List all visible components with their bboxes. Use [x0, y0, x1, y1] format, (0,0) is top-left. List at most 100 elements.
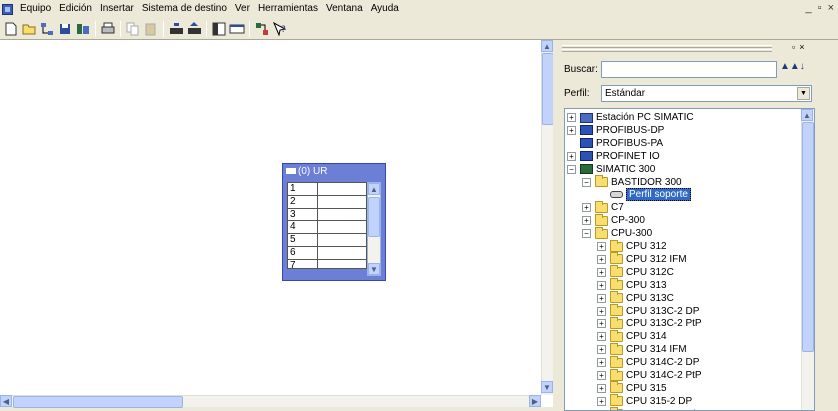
workspace-horizontal-scrollbar[interactable]: ◀ ▶ [0, 395, 541, 408]
catalog-grip[interactable] [562, 49, 772, 52]
expand-icon[interactable]: + [597, 358, 606, 368]
menu-sistema-de-destino[interactable]: Sistema de destino [138, 0, 231, 18]
collapse-icon[interactable]: − [567, 164, 576, 174]
download-icon[interactable] [168, 21, 184, 37]
search-input[interactable] [601, 61, 777, 78]
rack-slot-row[interactable]: 3 [288, 208, 366, 222]
hardware-workspace[interactable] [0, 40, 553, 407]
restore-button[interactable]: ▫ [818, 0, 822, 16]
rack-scroll-thumb[interactable] [368, 197, 380, 237]
open-icon[interactable] [21, 21, 37, 37]
module-icon[interactable] [229, 21, 245, 37]
tree-item[interactable]: + CPU 314C-2 PtP [597, 368, 702, 382]
tree-item[interactable]: + CPU 312 [597, 239, 667, 253]
menu-equipo[interactable]: Equipo [16, 0, 55, 18]
network-icon[interactable] [39, 21, 55, 37]
scroll-down-icon[interactable]: ▼ [541, 381, 553, 393]
tree-item[interactable]: − CPU-300 [582, 226, 652, 240]
profile-select[interactable]: Estándar ▼ [601, 85, 812, 102]
expand-icon[interactable]: + [597, 280, 606, 290]
tree-item[interactable]: + CPU 312C [597, 265, 674, 279]
tree-item[interactable]: + PROFIBUS-DP [567, 124, 664, 137]
scroll-right-icon[interactable]: ▶ [529, 395, 541, 407]
rack-slot-row[interactable]: 7 [288, 259, 366, 268]
collapse-icon[interactable]: − [582, 229, 591, 239]
catalog-tree[interactable]: + Estación PC SIMATIC + PROFIBUS-DP PROFIBUS… [564, 108, 815, 411]
tree-item[interactable]: + CPU 313 [597, 278, 667, 292]
expand-icon[interactable]: + [567, 151, 576, 161]
scroll-up-icon[interactable]: ▲ [368, 183, 380, 195]
rack-title-bar[interactable]: (0) UR [283, 164, 385, 178]
tree-item[interactable]: + C7 [582, 200, 624, 214]
slot-module-cell[interactable] [318, 260, 366, 268]
scroll-up-icon[interactable]: ▲ [801, 109, 813, 121]
minimize-button[interactable]: _ [806, 0, 812, 16]
rack-window[interactable]: (0) UR 1 2 3 4 5 6 7 ▲ ▼ [282, 163, 386, 281]
tree-item[interactable]: Perfil soporte [597, 188, 691, 202]
print-icon[interactable] [100, 21, 116, 37]
menu-ayuda[interactable]: Ayuda [367, 0, 403, 18]
tree-item[interactable]: + CPU 314 [597, 329, 667, 343]
tree-item[interactable]: + CPU 313C-2 DP [597, 304, 699, 318]
tree-item[interactable]: + CPU 314C-2 DP [597, 355, 699, 369]
new-icon[interactable] [3, 21, 19, 37]
netpro-icon[interactable] [254, 21, 270, 37]
tree-item[interactable]: + CPU 314 IFM [597, 342, 687, 356]
help-icon[interactable]: ? [272, 21, 288, 37]
expand-icon[interactable]: + [597, 332, 606, 342]
slot-module-cell[interactable] [318, 247, 366, 259]
menu-ventana[interactable]: Ventana [322, 0, 367, 18]
slot-module-cell[interactable] [318, 221, 366, 233]
menu-insertar[interactable]: Insertar [96, 0, 138, 18]
tree-scroll-thumb[interactable] [802, 122, 814, 352]
menu-edicion[interactable]: Edición [55, 0, 96, 18]
rack-slot-row[interactable]: 6 [288, 246, 366, 260]
tree-item[interactable]: − BASTIDOR 300 [582, 175, 682, 189]
expand-icon[interactable]: + [582, 203, 591, 213]
app-icon[interactable] [2, 3, 13, 15]
search-next-icon[interactable]: ▲▲↓ [780, 61, 805, 72]
tree-vertical-scrollbar[interactable]: ▲ [801, 109, 814, 410]
expand-icon[interactable]: + [597, 254, 606, 264]
save-icon[interactable] [57, 21, 73, 37]
paste-icon[interactable] [143, 21, 159, 37]
collapse-icon[interactable]: − [582, 177, 591, 187]
slot-module-cell[interactable] [318, 234, 366, 246]
copy-icon[interactable] [125, 21, 141, 37]
scroll-left-icon[interactable]: ◀ [0, 395, 12, 407]
expand-icon[interactable]: + [597, 242, 606, 251]
rack-scrollbar[interactable]: ▲ ▼ [367, 182, 381, 276]
tree-item[interactable]: + CPU 313C [597, 291, 674, 305]
tree-item[interactable]: + CP-300 [582, 213, 645, 227]
expand-icon[interactable]: + [597, 306, 606, 316]
expand-icon[interactable]: + [597, 319, 606, 329]
tree-item[interactable]: + CPU 313C-2 PtP [597, 316, 702, 330]
scroll-up-icon[interactable]: ▲ [541, 40, 553, 52]
tree-item[interactable]: PROFIBUS-PA [567, 137, 663, 150]
slot-module-cell[interactable] [318, 183, 366, 195]
tree-item[interactable]: + CPU 315-2 DP [597, 394, 692, 408]
expand-icon[interactable]: + [597, 371, 606, 380]
tree-item[interactable]: + CPU 315 [597, 381, 667, 395]
rack-slot-row[interactable]: 4 [288, 221, 366, 235]
catalog-grip[interactable] [562, 45, 772, 48]
tree-item[interactable]: + CPU 312 IFM [597, 252, 687, 266]
rack-slot-row[interactable]: 5 [288, 234, 366, 247]
tree-item[interactable]: + Estación PC SIMATIC [567, 111, 694, 124]
expand-icon[interactable]: + [597, 396, 606, 406]
expand-icon[interactable]: + [567, 125, 576, 135]
expand-icon[interactable]: + [597, 293, 606, 303]
scroll-down-icon[interactable]: ▼ [368, 263, 380, 275]
workspace-vertical-scrollbar[interactable]: ▲ ▼ [541, 40, 554, 395]
menu-ver[interactable]: Ver [231, 0, 254, 18]
tree-item[interactable]: + PROFINET IO [567, 150, 660, 163]
catalog-dock-icon[interactable]: ▫ [792, 42, 795, 52]
menu-herramientas[interactable]: Herramientas [254, 0, 322, 18]
expand-icon[interactable]: + [597, 383, 606, 393]
chevron-down-icon[interactable]: ▼ [797, 87, 810, 100]
upload-icon[interactable] [186, 21, 202, 37]
slot-module-cell[interactable] [318, 209, 366, 221]
expand-icon[interactable]: + [597, 267, 606, 277]
compile-icon[interactable] [75, 21, 91, 37]
tree-item[interactable]: − SIMATIC 300 [567, 163, 655, 176]
